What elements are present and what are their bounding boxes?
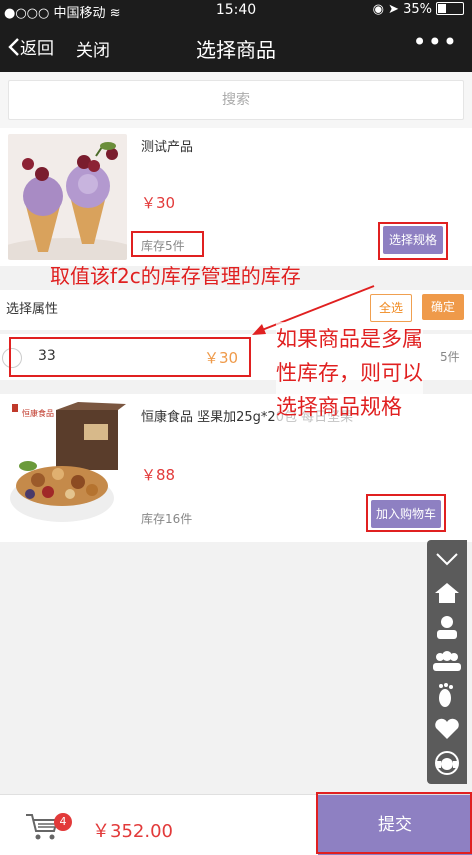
annotation-box-spec-button	[378, 222, 448, 260]
home-icon[interactable]	[427, 576, 467, 610]
lock-rotation-icon: ◉	[372, 2, 384, 17]
heart-icon[interactable]	[427, 712, 467, 746]
search-input[interactable]: 搜索	[8, 80, 464, 120]
search-area: 搜索	[0, 72, 472, 128]
annotation-box-option	[9, 337, 251, 377]
cart-total: ￥352.00	[92, 821, 173, 842]
product-image-icecream[interactable]	[8, 134, 127, 260]
floating-toolbar	[427, 540, 467, 784]
annotation-line-3: 选择商品规格	[276, 395, 402, 419]
annotation-text-2: 如果商品是多属 性库存，则可以 选择商品规格	[276, 322, 423, 424]
product-name: 测试产品	[141, 140, 194, 155]
footprint-icon[interactable]	[427, 678, 467, 712]
annotation-box-stock	[131, 231, 204, 257]
annotation-line-2: 性库存，则可以	[276, 361, 423, 385]
select-all-button[interactable]: 全选	[370, 294, 412, 322]
chevron-down-icon[interactable]	[427, 542, 467, 576]
location-icon: ➤	[388, 2, 399, 17]
annotation-line-1: 如果商品是多属	[276, 327, 423, 351]
attribute-label: 选择属性	[6, 302, 59, 317]
brand-logo: 恒康食品	[22, 409, 54, 418]
confirm-button[interactable]: 确定	[422, 294, 464, 320]
more-menu-button[interactable]: •••	[413, 28, 458, 56]
navigation-bar: 返回 关闭 选择商品 •••	[0, 22, 472, 72]
customer-service-icon[interactable]	[427, 746, 467, 780]
person-icon[interactable]	[427, 610, 467, 644]
battery-level	[438, 4, 446, 13]
product-price: ￥88	[141, 466, 176, 484]
battery-icon	[436, 2, 464, 15]
annotation-text-1: 取值该f2c的库存管理的库存	[50, 264, 301, 288]
battery-status: ◉ ➤ 35%	[373, 2, 464, 17]
product-stock: 库存16件	[141, 512, 193, 526]
status-bar: ●○○○ 中国移动 ≋ 15:40 ◉ ➤ 35%	[0, 0, 472, 22]
option-stock: 5件	[440, 350, 460, 364]
annotation-box-submit	[316, 792, 472, 854]
product-image-nuts[interactable]	[8, 400, 127, 534]
group-icon[interactable]	[427, 644, 467, 678]
cart-count-badge: 4	[54, 813, 72, 831]
page-title: 选择商品	[196, 38, 276, 62]
annotation-box-cart-button	[366, 494, 446, 532]
product-price: ￥30	[141, 194, 176, 212]
